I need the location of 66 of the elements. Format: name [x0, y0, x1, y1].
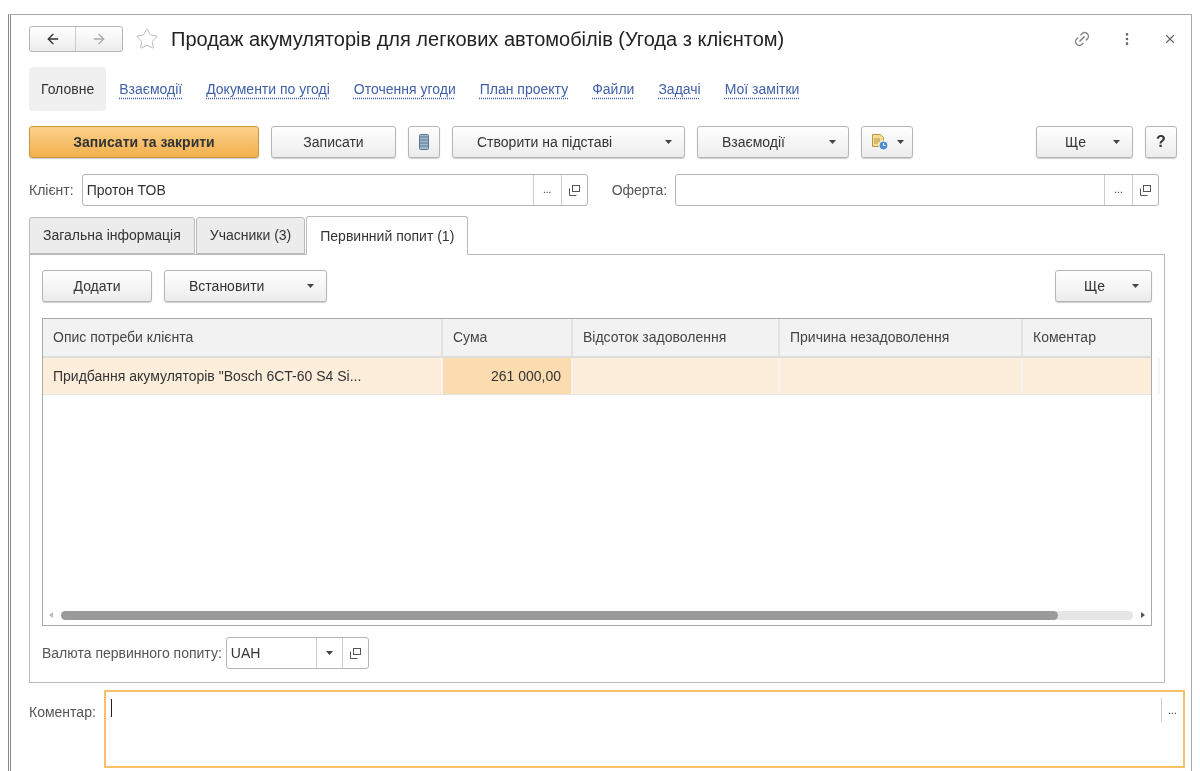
currency-field[interactable]: UAH [225, 637, 369, 669]
text-cursor [110, 699, 112, 717]
star-icon[interactable] [135, 27, 159, 51]
open-window-icon [349, 647, 361, 659]
nav-link[interactable]: Мої замітки [713, 67, 811, 111]
report-button[interactable] [861, 126, 913, 158]
offer-field[interactable]: ... [675, 174, 1159, 206]
nav-link[interactable]: Взаємодії [108, 67, 194, 111]
nav-link[interactable]: Задачі [647, 67, 712, 111]
document-clock-icon [870, 133, 889, 151]
select-button[interactable]: ... [1161, 698, 1183, 722]
column-header[interactable]: Відсоток задоволення [573, 319, 780, 356]
tab[interactable]: Загальна інформація [29, 217, 195, 254]
button-label: Ще [1065, 132, 1086, 152]
field-label: Клієнт: [29, 180, 74, 200]
scroll-left-icon[interactable] [49, 612, 53, 618]
caret-icon [829, 140, 836, 144]
column-header[interactable]: Коментар [1023, 319, 1160, 356]
caret-icon [665, 140, 672, 144]
table-cell: 261 000,00 [443, 358, 573, 394]
scroll-right-icon[interactable] [1141, 612, 1145, 618]
more-button[interactable]: Ще [1055, 270, 1152, 302]
save-and-close-button[interactable]: Записати та закрити [29, 126, 259, 158]
window-title: Продаж акумуляторів для легкових автомобілів (Угода з клієнтом) [171, 27, 785, 52]
nav-link[interactable]: Файли [581, 67, 646, 111]
field-value: Протон ТОВ [85, 180, 167, 200]
column-header[interactable]: Причина незадоволення [780, 319, 1023, 356]
nav-link[interactable]: Головне [29, 67, 107, 111]
stack-icon [419, 134, 429, 150]
button-label: Ще [1084, 276, 1105, 296]
select-button[interactable]: ... [532, 175, 561, 205]
button-label: Встановити [189, 276, 265, 296]
nav-link[interactable]: Документи по угоді [195, 67, 341, 111]
forward-arrow-icon [91, 31, 107, 47]
toolbar-button[interactable]: Додати [42, 270, 152, 302]
toolbar-button[interactable]: Записати [271, 126, 396, 158]
column-header[interactable]: Опис потреби клієнта [43, 319, 443, 356]
tab[interactable]: Учасники (3) [195, 217, 306, 254]
help-button[interactable]: ? [1145, 126, 1177, 158]
caret-icon [307, 284, 314, 288]
select-button[interactable]: ... [1104, 175, 1132, 205]
button-label: Створити на підставі [477, 132, 613, 152]
nav-link[interactable]: План проекту [468, 67, 580, 111]
column-header[interactable]: Сума [443, 319, 573, 356]
list-button[interactable] [408, 126, 440, 158]
nav-link[interactable]: Оточення угоди [342, 67, 467, 111]
button-label: Взаємодії [722, 132, 785, 152]
caret-icon [325, 651, 333, 655]
comment-field[interactable]: ... [103, 690, 1185, 768]
scrollbar-thumb[interactable] [61, 610, 1058, 620]
tab[interactable]: Первинний попит (1) [306, 216, 469, 255]
caret-icon [896, 140, 904, 144]
dropdown-button[interactable]: Встановити [164, 270, 327, 302]
client-field[interactable]: Протон ТОВ ... [81, 174, 588, 206]
open-window-icon [1140, 184, 1151, 196]
field-label: Валюта первинного попиту: [42, 643, 222, 663]
field-value: UAH [229, 643, 262, 663]
dropdown-button[interactable]: Створити на підставі [452, 126, 685, 158]
caret-icon [1113, 140, 1120, 144]
field-label: Коментар: [29, 703, 96, 722]
field-label: Оферта: [611, 180, 668, 200]
dropdown-button[interactable]: Взаємодії [697, 126, 849, 158]
more-button[interactable]: Ще [1036, 126, 1133, 158]
close-icon[interactable] [1163, 32, 1177, 46]
caret-icon [1132, 284, 1139, 288]
open-window-icon [568, 184, 580, 196]
